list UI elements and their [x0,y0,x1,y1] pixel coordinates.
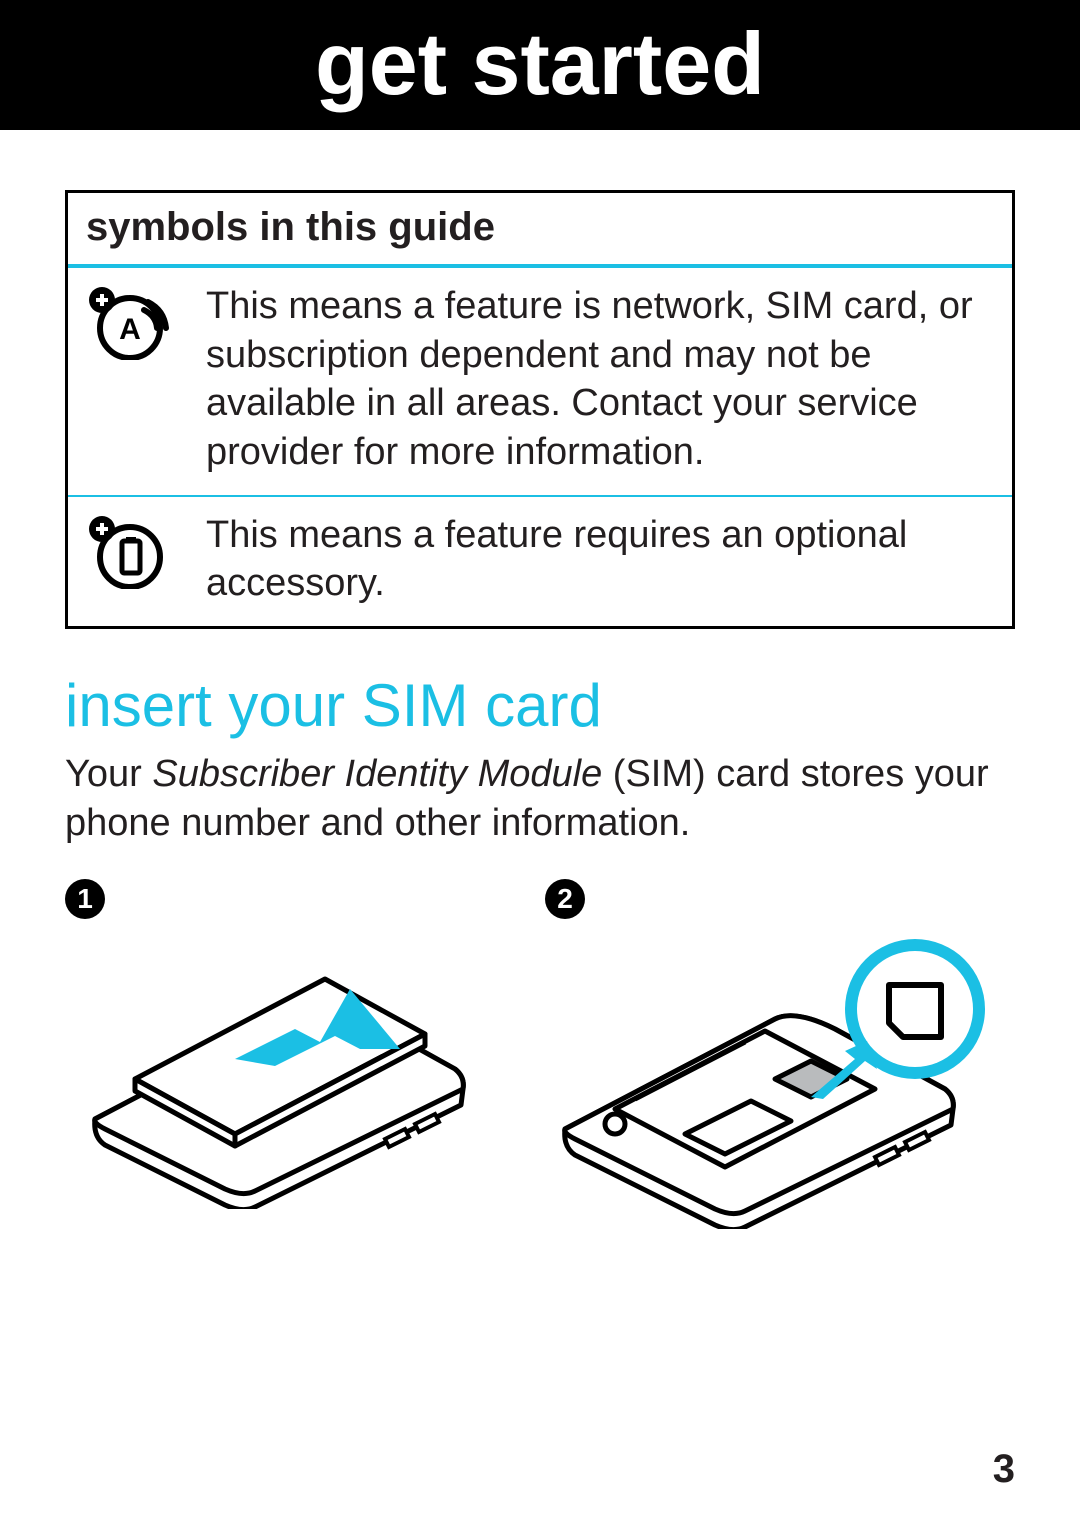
symbols-row: A This means a feature is network, SIM c… [68,268,1012,495]
symbols-row-text: This means a feature requires an optiona… [206,511,994,608]
step-number-badge: 2 [545,879,585,919]
section-paragraph: Your Subscriber Identity Module (SIM) ca… [65,750,1015,849]
para-emphasis: Subscriber Identity Module [152,753,602,795]
page-content: symbols in this guide A This means a fea… [0,130,1080,1229]
step-number-badge: 1 [65,879,105,919]
network-dependent-icon: A [86,282,206,365]
symbols-row: This means a feature requires an optiona… [68,495,1012,626]
para-text: Your [65,753,152,795]
remove-back-cover-illustration [65,929,485,1209]
section-heading: insert your SIM card [65,671,1015,740]
symbols-guide-title: symbols in this guide [68,193,1012,268]
symbols-guide-box: symbols in this guide A This means a fea… [65,190,1015,629]
insert-sim-illustration [545,929,1005,1229]
symbols-row-text: This means a feature is network, SIM car… [206,282,994,477]
steps-row: 1 [65,879,1015,1229]
svg-text:A: A [119,313,141,346]
chapter-header: get started [0,0,1080,130]
chapter-title: get started [315,14,765,113]
page-number: 3 [993,1447,1015,1492]
step-2: 2 [545,879,1015,1229]
optional-accessory-icon [86,511,206,594]
step-1: 1 [65,879,535,1229]
